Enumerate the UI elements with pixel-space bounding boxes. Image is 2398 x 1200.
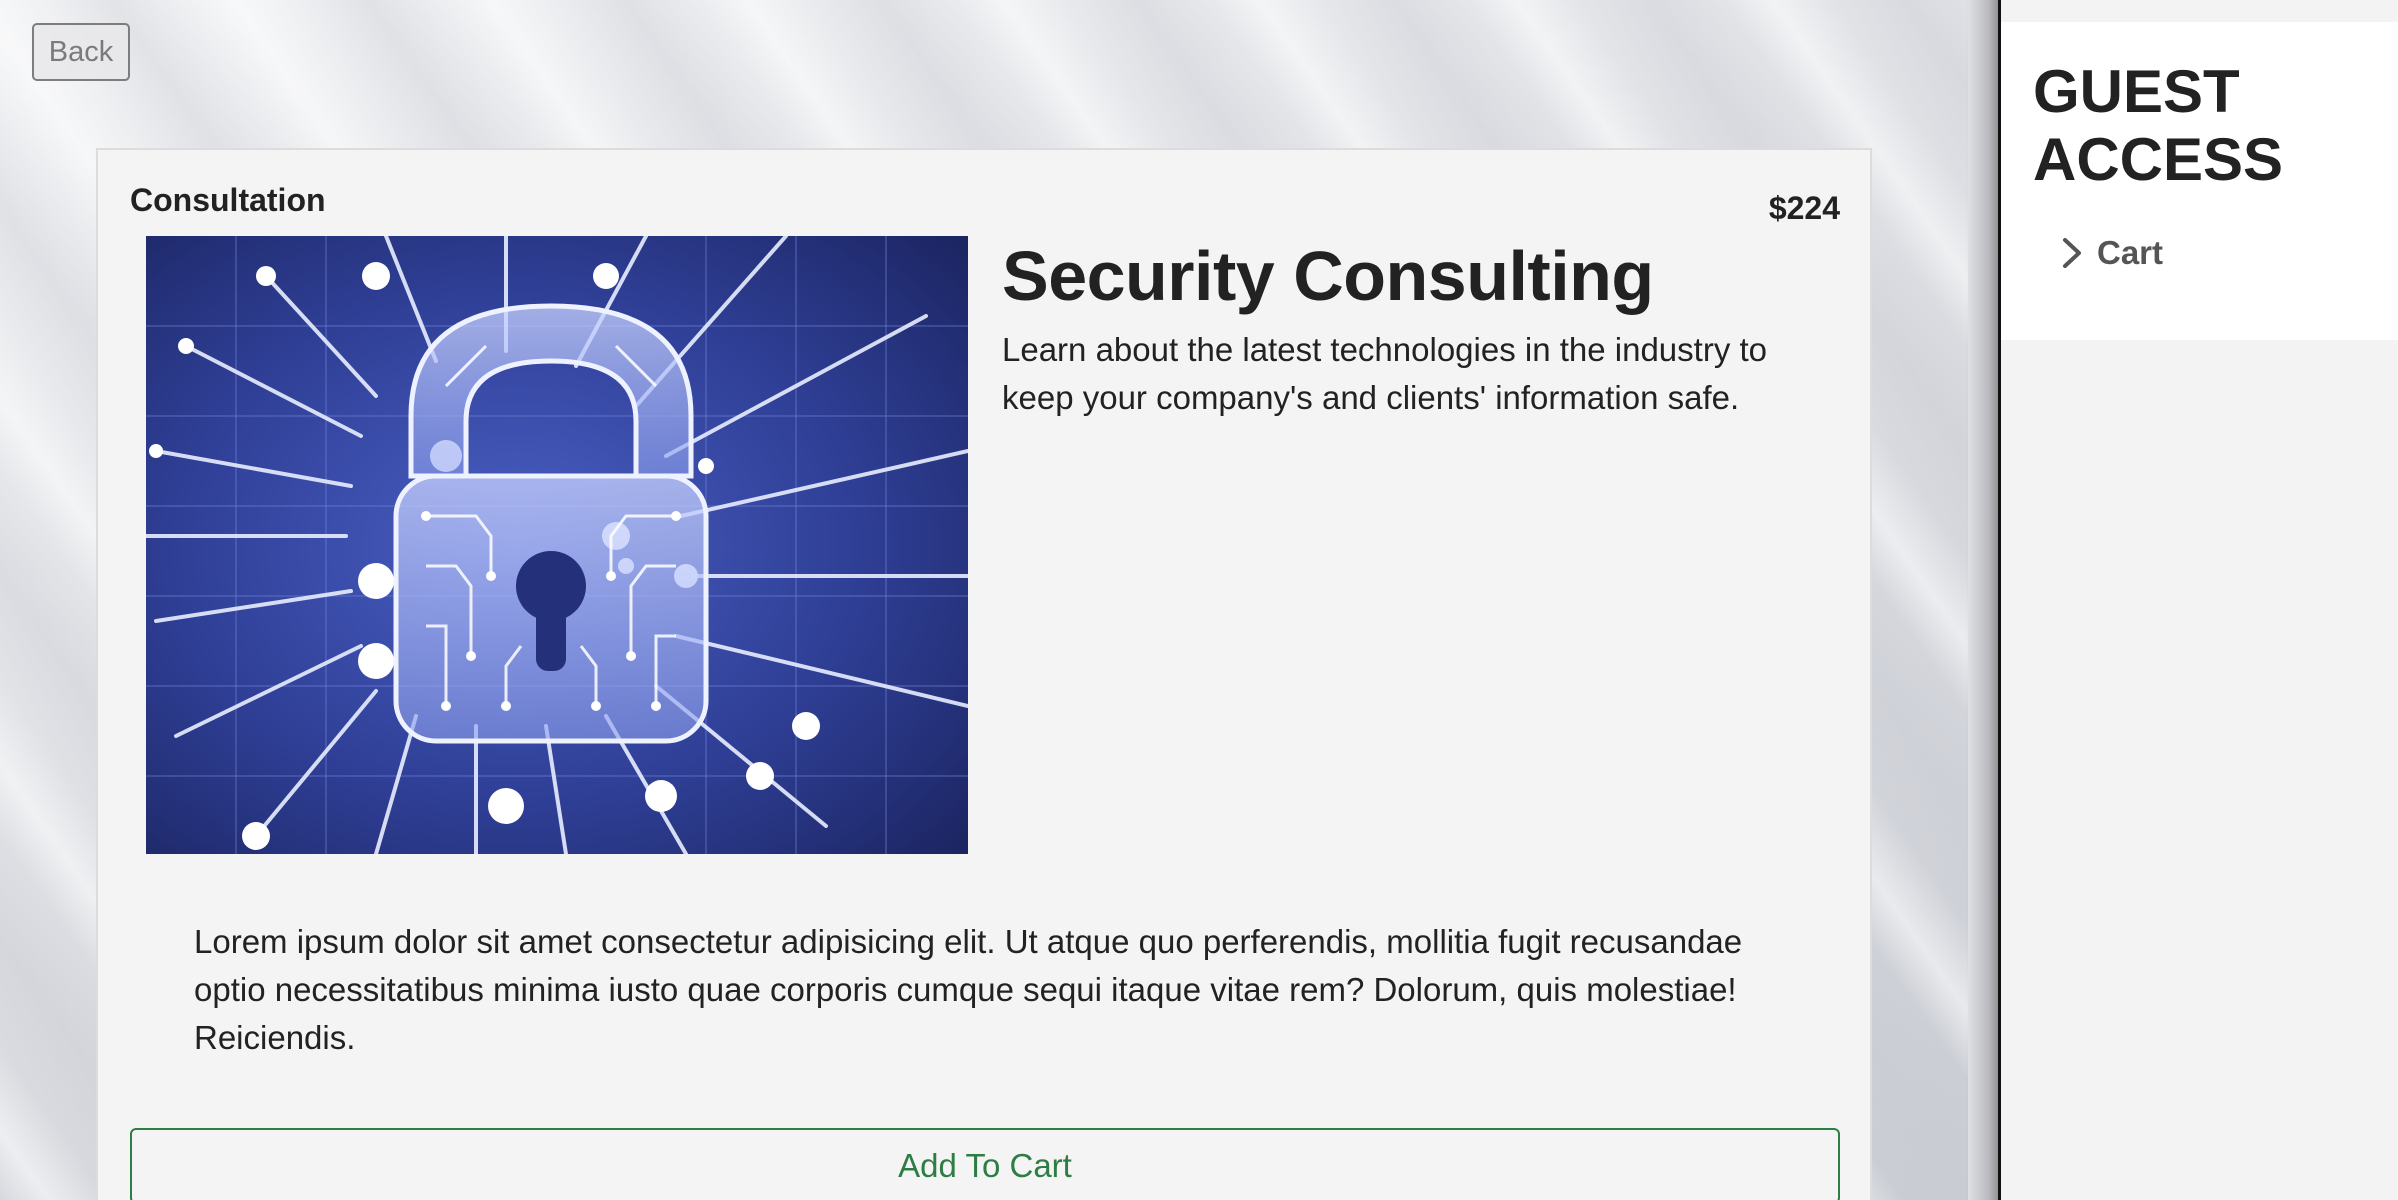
back-button[interactable]: Back bbox=[32, 23, 130, 81]
product-title: Security Consulting bbox=[1002, 237, 1654, 315]
sidebar: GUEST ACCESS Cart bbox=[1998, 0, 2398, 1200]
product-category: Consultation bbox=[130, 182, 326, 218]
product-image bbox=[146, 236, 968, 854]
sidebar-item-cart[interactable]: Cart bbox=[2059, 234, 2163, 272]
sidebar-item-label: Cart bbox=[2097, 234, 2164, 271]
add-to-cart-button[interactable]: Add To Cart bbox=[130, 1128, 1840, 1200]
sidebar-title: GUEST ACCESS bbox=[2033, 58, 2284, 193]
sidebar-panel: GUEST ACCESS Cart bbox=[2001, 22, 2398, 340]
chevron-right-icon bbox=[2063, 238, 2081, 268]
sidebar-shadow bbox=[1966, 0, 1998, 1200]
product-price: $224 bbox=[1768, 190, 1840, 226]
product-card: Consultation $224 Security Consulting Le… bbox=[96, 148, 1872, 1200]
product-summary: Learn about the latest technologies in t… bbox=[1002, 331, 1768, 416]
product-description: Lorem ipsum dolor sit amet consectetur a… bbox=[194, 923, 1743, 1056]
